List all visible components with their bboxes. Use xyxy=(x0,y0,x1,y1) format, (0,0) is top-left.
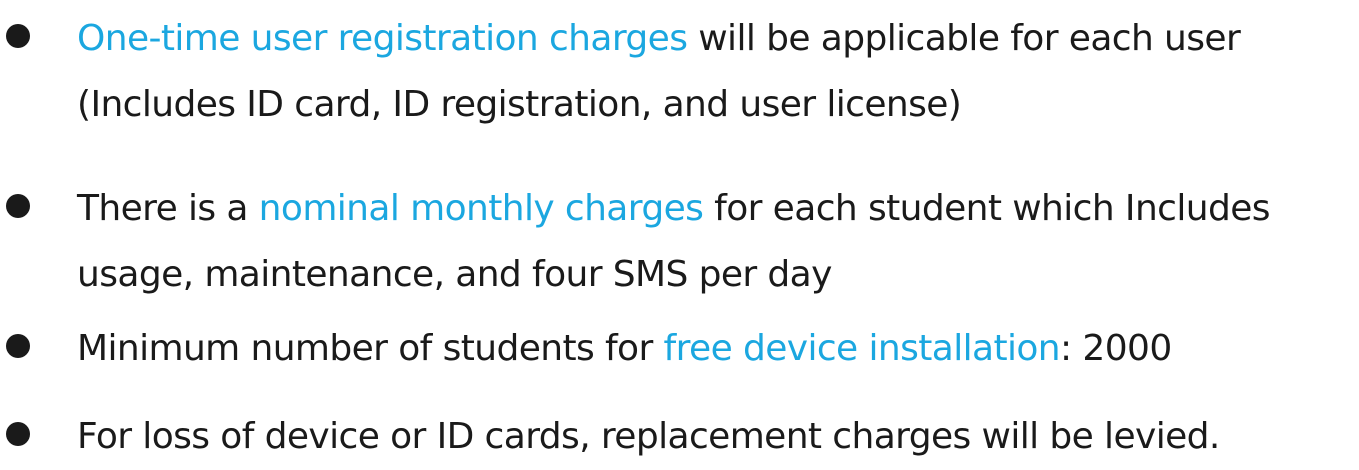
bullet-icon xyxy=(6,24,30,48)
text-segment: : 2000 xyxy=(1060,328,1172,369)
text-segment: will be applicable for each user xyxy=(687,18,1241,59)
highlighted-phrase: nominal monthly charges xyxy=(258,188,704,229)
text-segment: Minimum number of students for xyxy=(77,328,664,369)
bullet-icon xyxy=(6,334,30,358)
list-item-text: There is a nominal monthly charges for e… xyxy=(77,176,1349,308)
list-item-text: For loss of device or ID cards, replacem… xyxy=(77,404,1349,470)
text-segment: There is a xyxy=(77,188,259,229)
text-line-2: (Includes ID card, ID registration, and … xyxy=(77,84,962,125)
text-line-2: usage, maintenance, and four SMS per day xyxy=(77,254,832,295)
list-item-text: One-time user registration charges will … xyxy=(77,6,1349,138)
bullet-icon xyxy=(6,422,30,446)
bullet-icon xyxy=(6,194,30,218)
text-segment: for each student which Includes xyxy=(703,188,1270,229)
highlighted-phrase: One-time user registration charges xyxy=(77,18,688,59)
highlighted-phrase: free device installation xyxy=(663,328,1061,369)
list-item-text: Minimum number of students for free devi… xyxy=(77,316,1349,382)
text-segment: For loss of device or ID cards, replacem… xyxy=(77,416,1220,457)
